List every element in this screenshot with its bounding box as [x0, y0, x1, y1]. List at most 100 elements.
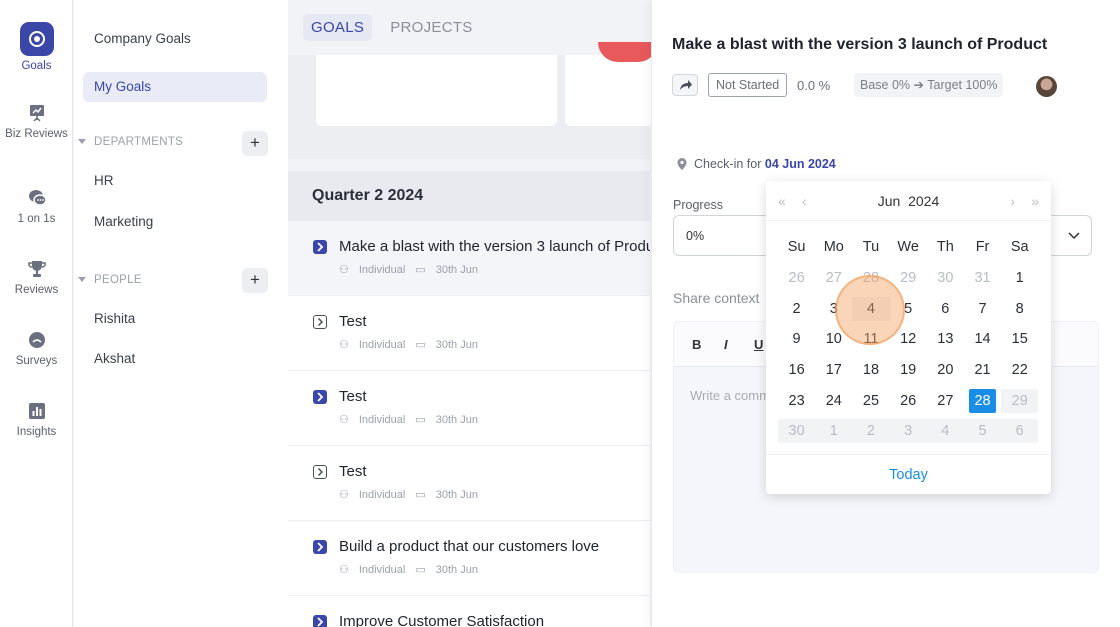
calendar-day[interactable]: 22 [1001, 358, 1038, 382]
avatar[interactable] [1036, 76, 1057, 97]
calendar-day[interactable]: 18 [852, 358, 889, 382]
calendar-day[interactable]: 15 [1001, 327, 1038, 351]
rail-item-reviews[interactable]: Reviews [0, 258, 73, 296]
calendar-day[interactable]: 21 [964, 358, 1001, 382]
rail-item-biz-reviews[interactable]: Biz Reviews [0, 102, 73, 140]
calendar-day[interactable]: 31 [964, 266, 1001, 290]
sidebar-item-company-goals[interactable]: Company Goals [94, 31, 191, 46]
calendar-day[interactable]: 29 [890, 266, 927, 290]
rail-item-1on1s[interactable]: 1 on 1s [0, 187, 73, 225]
calendar-day[interactable]: 7 [964, 297, 1001, 321]
rail-item-goals[interactable]: Goals [0, 22, 73, 72]
calendar-day[interactable]: 24 [815, 389, 852, 413]
calendar-day[interactable]: 11 [852, 327, 889, 351]
calendar-day[interactable]: 26 [890, 389, 927, 413]
calendar-header: « ‹ Jun 2024 › » [766, 181, 1051, 221]
goal-meta: ⚇ Individual ▭ 30th Jun [339, 563, 478, 577]
calendar-day-disabled: 6 [1001, 419, 1039, 444]
person-icon: ⚇ [339, 339, 349, 351]
italic-button[interactable]: I [724, 337, 728, 352]
add-person-button[interactable]: + [242, 268, 268, 293]
calendar-day[interactable]: 16 [778, 358, 815, 382]
calendar-day[interactable]: 14 [964, 327, 1001, 351]
weekday-label: Th [936, 239, 954, 256]
editor-placeholder[interactable]: Write a comm [690, 388, 770, 403]
weekday-label: Tu [862, 239, 880, 256]
rail-item-surveys[interactable]: Surveys [0, 329, 73, 367]
status-badge[interactable]: Not Started [708, 73, 788, 97]
calendar-day[interactable]: 25 [852, 389, 889, 413]
calendar-day-disabled: 2 [852, 419, 890, 444]
survey-icon [28, 332, 45, 348]
goal-row[interactable]: Improve Customer Satisfaction [288, 596, 650, 627]
calendar-day[interactable]: 27 [927, 389, 964, 413]
calendar-day[interactable]: 10 [815, 327, 852, 351]
sidebar: Company Goals My Goals DEPARTMENTS + HR … [74, 0, 288, 627]
calendar-day[interactable]: 19 [890, 358, 927, 382]
calendar-day[interactable]: 3 [815, 297, 852, 321]
quarter-title: Quarter 2 2024 [312, 187, 424, 204]
calendar-day[interactable]: 13 [927, 327, 964, 351]
calendar-day[interactable]: 26 [778, 266, 815, 290]
tab-projects[interactable]: PROJECTS [382, 14, 480, 41]
sidebar-item-my-goals[interactable]: My Goals [94, 79, 151, 94]
calendar-day[interactable]: 12 [890, 327, 927, 351]
section-people[interactable]: PEOPLE [78, 274, 142, 286]
calendar-day[interactable]: 9 [778, 327, 815, 351]
checkin-date[interactable]: 04 Jun 2024 [765, 157, 836, 171]
rail-label: Goals [21, 60, 52, 72]
next-year-icon[interactable]: » [1031, 193, 1039, 209]
calendar-day[interactable]: 27 [815, 266, 852, 290]
calendar-day-selected[interactable]: 28 [968, 388, 997, 413]
goal-owner: Individual [358, 263, 406, 276]
goal-owner: Individual [358, 413, 406, 426]
goal-title: Improve Customer Satisfaction [339, 613, 545, 627]
calendar-week: 2 3 4 5 6 7 8 [778, 293, 1039, 324]
sidebar-item-akshat[interactable]: Akshat [94, 351, 135, 366]
quarter-header[interactable]: Quarter 2 2024 [288, 171, 650, 221]
calendar-day[interactable]: 17 [815, 358, 852, 382]
calendar-day[interactable]: 6 [927, 297, 964, 321]
sidebar-item-marketing[interactable]: Marketing [94, 214, 153, 229]
presentation-icon [29, 105, 44, 122]
calendar-week: 9 10 11 12 13 14 15 [778, 324, 1039, 355]
goal-row[interactable]: Test ⚇ Individual ▭ 30th Jun [288, 446, 650, 521]
section-departments[interactable]: DEPARTMENTS [78, 136, 183, 148]
sidebar-item-hr[interactable]: HR [94, 173, 114, 188]
goal-row[interactable]: Build a product that our customers love … [288, 521, 650, 596]
calendar-day[interactable]: 1 [1001, 266, 1038, 290]
calendar-day[interactable]: 30 [927, 266, 964, 290]
expand-chevron-icon[interactable] [313, 390, 327, 404]
today-button[interactable]: Today [766, 454, 1051, 494]
add-department-button[interactable]: + [242, 131, 268, 156]
share-button[interactable] [672, 74, 698, 96]
goal-row[interactable]: Test ⚇ Individual ▭ 30th Jun [288, 371, 650, 446]
calendar-day-checkin[interactable]: 4 [852, 296, 890, 321]
sidebar-item-rishita[interactable]: Rishita [94, 311, 135, 326]
bold-button[interactable]: B [692, 337, 701, 352]
expand-chevron-icon[interactable] [313, 615, 327, 627]
calendar-year[interactable]: 2024 [908, 193, 939, 209]
base-target-range: Base 0% ➔ Target 100% [854, 73, 1004, 97]
expand-chevron-icon[interactable] [313, 315, 327, 329]
calendar-month[interactable]: Jun [878, 193, 901, 209]
calendar-day[interactable]: 8 [1001, 297, 1038, 321]
goal-title: Test [339, 313, 367, 330]
weekday-label: Su [787, 239, 806, 256]
calendar-day[interactable]: 20 [927, 358, 964, 382]
expand-chevron-icon[interactable] [313, 465, 327, 479]
calendar-icon: ▭ [415, 489, 426, 501]
calendar-day[interactable]: 23 [778, 389, 815, 413]
underline-button[interactable]: U [754, 337, 763, 352]
calendar-day[interactable]: 2 [778, 297, 815, 321]
expand-chevron-icon[interactable] [313, 240, 327, 254]
tab-goals[interactable]: GOALS [303, 14, 373, 41]
expand-chevron-icon[interactable] [313, 540, 327, 554]
rail-item-insights[interactable]: Insights [0, 400, 73, 438]
calendar-day[interactable]: 28 [852, 266, 889, 290]
next-month-icon[interactable]: › [1010, 193, 1015, 209]
goal-row[interactable]: Test ⚇ Individual ▭ 30th Jun [288, 296, 650, 371]
calendar-week: 30 1 2 3 4 5 6 [778, 416, 1039, 447]
goal-row[interactable]: Make a blast with the version 3 launch o… [288, 221, 650, 296]
calendar-day[interactable]: 5 [890, 297, 927, 321]
